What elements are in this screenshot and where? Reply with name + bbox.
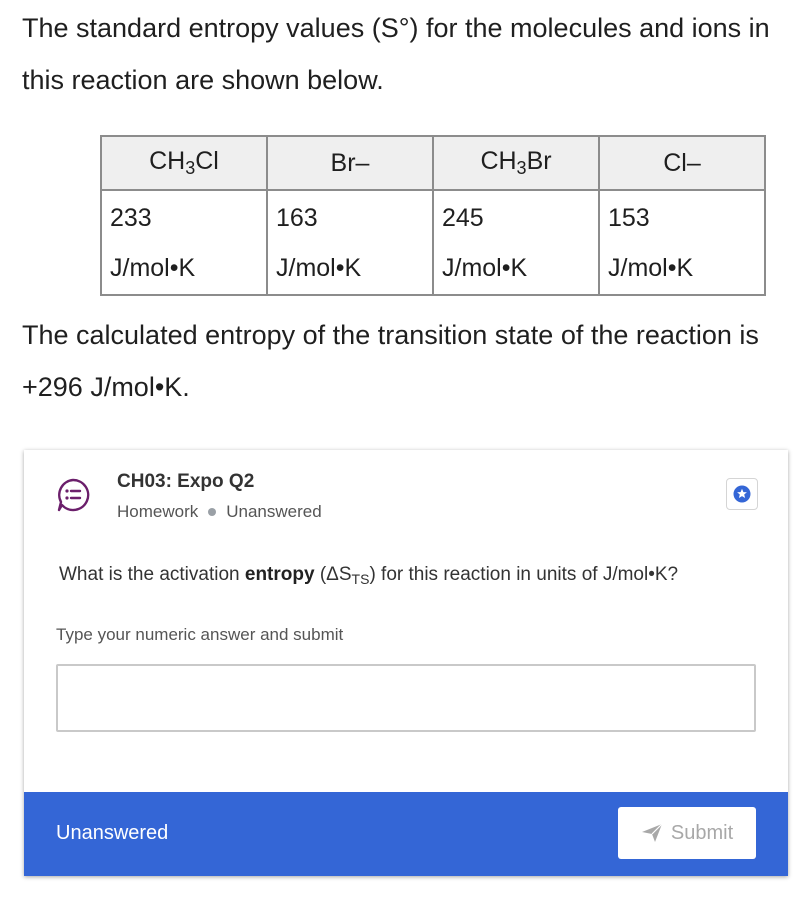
- bookmark-button[interactable]: [726, 478, 758, 510]
- card-footer: Unanswered Submit: [24, 792, 788, 876]
- transition-state-text: The calculated entropy of the transition…: [22, 320, 759, 402]
- intro-text: The standard entropy values (S°) for the…: [22, 13, 770, 95]
- question-type: Homework: [117, 502, 199, 521]
- question-prompt: What is the activation entropy (ΔSTS) fo…: [59, 564, 679, 587]
- question-list-icon: [56, 478, 90, 512]
- value-cl: 153 J/mol•K: [598, 189, 766, 296]
- submit-button[interactable]: Submit: [618, 807, 756, 859]
- question-card: CH03: Expo Q2 Homework Unanswered What i…: [24, 450, 788, 876]
- separator-dot: [208, 508, 217, 516]
- entropy-table: CH3Cl Br– CH3Br Cl– 233 J/mol•K 163 J/mol•…: [100, 135, 766, 296]
- send-arrow-icon: [641, 823, 663, 842]
- value-ch3cl: 233 J/mol•K: [100, 189, 268, 296]
- header-br: Br–: [266, 135, 434, 191]
- footer-status: Unanswered: [56, 822, 169, 844]
- table-header-row: CH3Cl Br– CH3Br Cl–: [100, 135, 766, 191]
- value-ch3br: 245 J/mol•K: [432, 189, 600, 296]
- question-status: Unanswered: [226, 502, 322, 521]
- question-title: CH03: Expo Q2: [117, 471, 255, 492]
- answer-field-label: Type your numeric answer and submit: [56, 625, 344, 644]
- header-ch3br: CH3Br: [432, 135, 600, 191]
- table-row: 233 J/mol•K 163 J/mol•K 245 J/mol•K 153 J/mo…: [100, 189, 766, 296]
- header-ch3cl: CH3Cl: [100, 135, 268, 191]
- submit-label: Submit: [670, 821, 734, 844]
- question-meta: Homework Unanswered: [117, 502, 322, 522]
- star-badge-icon: [733, 485, 751, 503]
- header-cl: Cl–: [598, 135, 766, 191]
- answer-input[interactable]: [56, 664, 756, 732]
- value-br: 163 J/mol•K: [266, 189, 434, 296]
